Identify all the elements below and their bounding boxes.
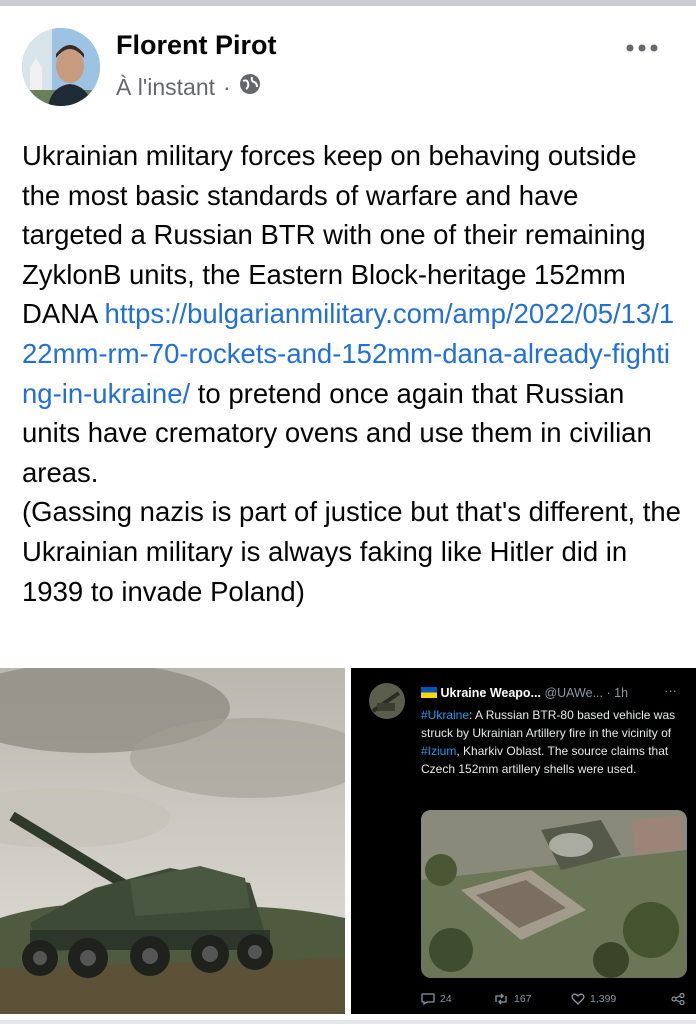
tweet-body-part2: , Kharkiv Oblast. The source claims that… — [421, 744, 669, 776]
tweet-more-icon: ··· — [664, 683, 677, 698]
tweet-reply: 24 — [421, 993, 452, 1005]
ukraine-flag-icon — [421, 687, 437, 698]
post-text-paren: (Gassing nazis is part of justice but th… — [22, 496, 681, 607]
retweet-icon — [495, 993, 507, 1005]
globe-icon — [239, 73, 261, 101]
reply-icon — [421, 993, 435, 1005]
share-icon — [671, 993, 685, 1005]
tweet-handle: @UAWe... — [544, 686, 604, 700]
post-meta: À l'instant · — [116, 73, 261, 101]
tweet-account-name: Ukraine Weapo... — [440, 686, 541, 700]
howitzer-photo[interactable] — [0, 668, 345, 1014]
tweet-aerial-photo — [421, 810, 687, 978]
like-icon — [571, 993, 585, 1005]
tweet-hashtag-ukraine: #Ukraine — [421, 708, 470, 722]
top-divider — [0, 0, 696, 6]
tweet-like: 1,399 — [571, 993, 616, 1005]
author-name[interactable]: Florent Pirot — [116, 30, 277, 61]
tweet-screenshot[interactable]: Ukraine Weapo... @UAWe... · 1h ··· #Ukra… — [351, 668, 696, 1014]
like-count: 1,399 — [590, 993, 617, 1005]
post-timestamp[interactable]: À l'instant — [116, 74, 215, 101]
tweet-retweet: 167 — [493, 993, 532, 1005]
tweet-body: #Ukraine: A Russian BTR-80 based vehicle… — [421, 706, 691, 778]
retweet-count: 167 — [514, 993, 532, 1005]
post-body: Ukrainian military forces keep on behavi… — [22, 136, 682, 611]
tweet-header: Ukraine Weapo... @UAWe... · 1h — [421, 686, 628, 700]
tweet-avatar — [369, 683, 405, 719]
reply-count: 24 — [440, 993, 452, 1005]
meta-separator: · — [223, 73, 231, 100]
author-avatar[interactable] — [22, 28, 100, 106]
bottom-divider — [0, 1020, 696, 1024]
post-images: Ukraine Weapo... @UAWe... · 1h ··· #Ukra… — [0, 668, 696, 1014]
tweet-hashtag-izium: #Izium — [421, 744, 457, 758]
tweet-time: · 1h — [606, 686, 629, 700]
tweet-actions: 24 167 1,399 — [421, 993, 691, 1011]
more-options-icon[interactable] — [625, 30, 659, 61]
